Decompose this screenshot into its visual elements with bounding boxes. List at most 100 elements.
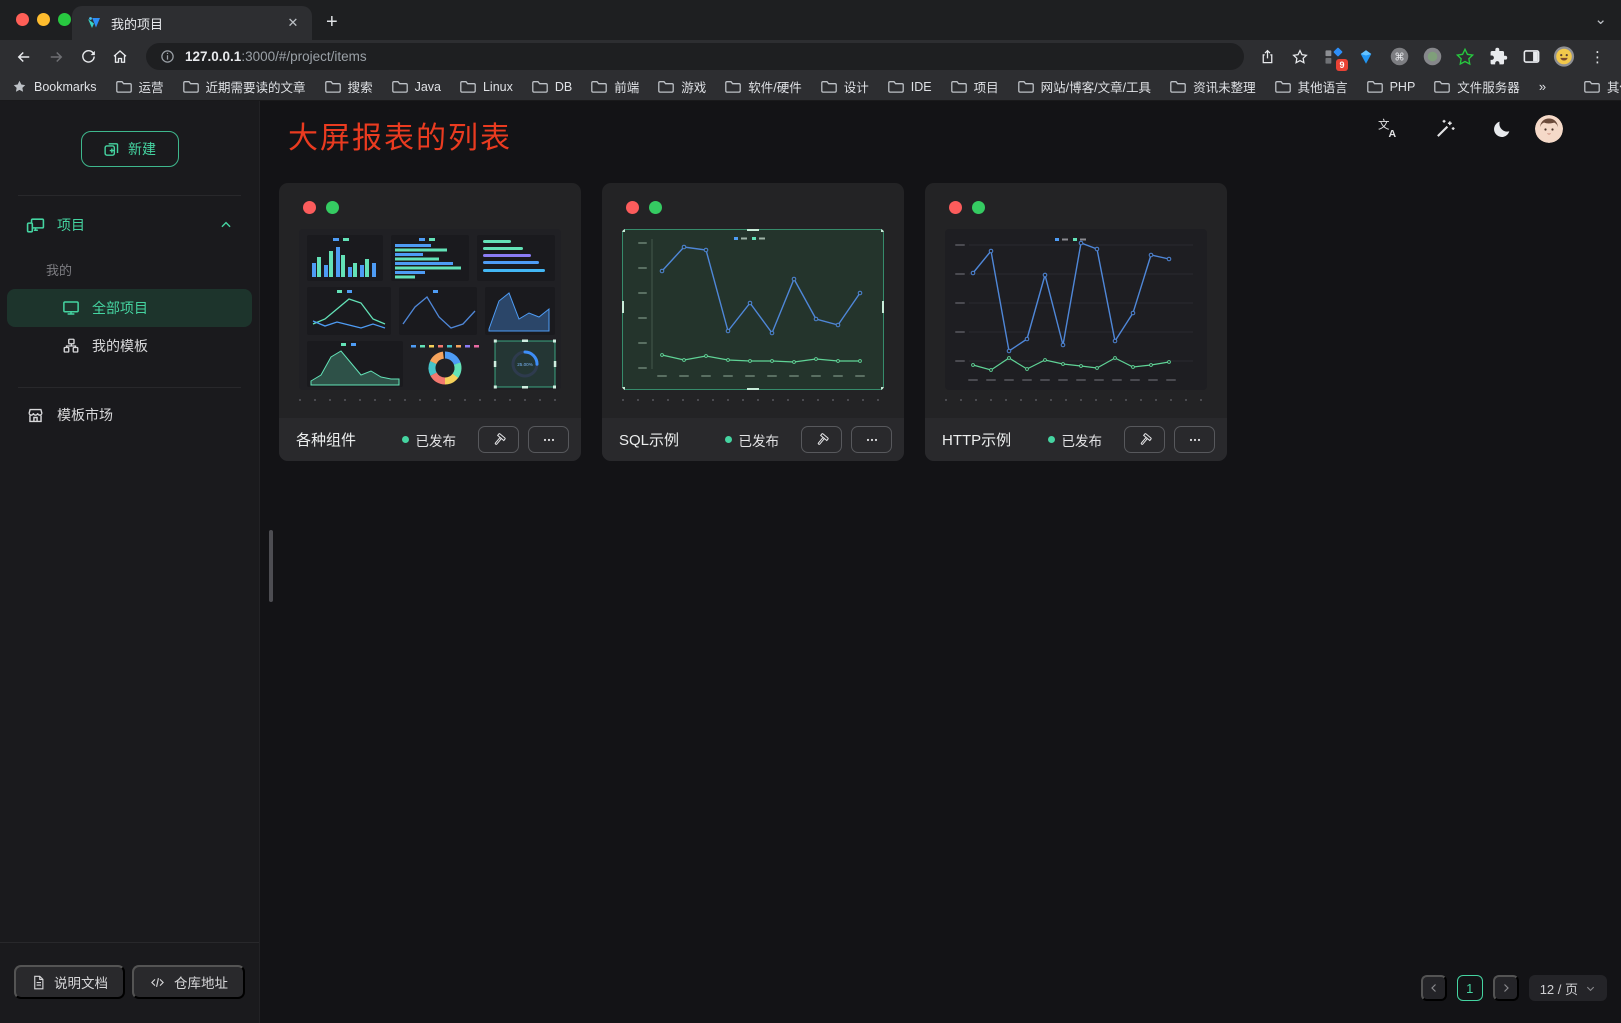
prev-page-button[interactable] [1421,975,1447,1001]
create-project-button[interactable]: 新建 [81,131,179,167]
sidebar-item-template-market[interactable]: 模板市场 [0,394,259,436]
sidebar-subheader-my: 我的 [0,246,259,289]
pagination: 1 12 / 页 [1421,975,1607,1001]
ext-record-button[interactable] [1421,46,1443,68]
bookmark-folder[interactable]: Java [392,80,441,94]
window-zoom-button[interactable] [58,13,71,26]
sidebar-item-label: 全部项目 [92,298,148,318]
bookmark-folder[interactable]: PHP [1367,80,1416,94]
toolbar-right-cluster: 9 ⌘ ⋮ [1256,46,1611,68]
template-flow-icon [62,337,80,355]
bookmark-folder[interactable]: 网站/博客/文章/工具 [1018,77,1151,96]
ellipsis-icon [864,432,880,448]
macos-window-controls[interactable] [16,13,71,26]
project-name: 各种组件 [296,429,402,450]
bookmark-folder[interactable]: IDE [888,80,932,94]
side-panel-button[interactable] [1520,46,1542,68]
chevron-right-icon [1500,982,1512,994]
docs-button[interactable]: 说明文档 [14,965,125,999]
red-dot [303,201,316,214]
user-avatar[interactable] [1535,115,1563,143]
bookmark-folder[interactable]: DB [532,80,572,94]
bookmark-folder[interactable]: 项目 [951,77,999,96]
edit-project-button[interactable] [478,426,519,453]
browser-profile-button[interactable] [1553,46,1575,68]
bookmark-folder[interactable]: Linux [460,80,513,94]
project-preview-thumbnail[interactable] [945,229,1207,390]
selection-handle[interactable] [622,229,625,232]
more-actions-button[interactable] [851,426,892,453]
bookmark-folder[interactable]: 其他语言 [1275,77,1348,96]
page-size-select[interactable]: 12 / 页 [1529,975,1607,1001]
tab-search-chevron-icon[interactable]: ⌄ [1594,10,1607,28]
share-button[interactable] [1256,46,1278,68]
tab-close-icon[interactable]: ✕ [284,14,302,32]
project-card[interactable]: 25.00% 各种组件 已发布 [279,183,581,461]
magic-wand-icon[interactable] [1434,117,1457,140]
dark-mode-moon-icon[interactable] [1491,118,1513,140]
selection-handle[interactable] [747,229,759,231]
project-card[interactable]: SQL示例 已发布 [602,183,904,461]
selection-handle[interactable] [622,301,624,313]
selection-handle[interactable] [882,301,884,313]
bookmark-folder[interactable]: 设计 [821,77,869,96]
more-actions-button[interactable] [1174,426,1215,453]
new-tab-button[interactable]: + [326,11,338,34]
folder-icon [821,80,837,93]
browser-menu-icon[interactable]: ⋮ [1586,48,1609,66]
bookmarks-manager[interactable]: Bookmarks [12,79,97,94]
bookmark-folder[interactable]: 近期需要读的文章 [183,77,306,96]
home-button[interactable] [106,44,134,70]
ext-collection-button[interactable]: 9 [1322,46,1344,68]
project-preview-thumbnail[interactable] [622,229,884,390]
window-close-button[interactable] [16,13,29,26]
url-text[interactable]: 127.0.0.1:3000/#/project/items [185,49,367,64]
project-card[interactable]: HTTP示例 已发布 [925,183,1227,461]
address-bar[interactable]: 127.0.0.1:3000/#/project/items [146,43,1244,70]
extensions-button[interactable] [1487,46,1509,68]
bookmark-folder[interactable]: 运营 [116,77,164,96]
card-window-dots [626,201,662,214]
bookmark-folder[interactable]: 搜索 [325,77,373,96]
folder-icon [1367,80,1383,93]
sidebar-item-my-templates[interactable]: 我的模板 [7,327,252,365]
ext-gem-button[interactable] [1355,46,1377,68]
repo-button[interactable]: 仓库地址 [132,965,245,999]
sidebar-group-project[interactable]: 项目 [0,204,259,246]
reload-button[interactable] [74,44,102,70]
reload-icon [80,48,97,65]
bookmark-folder[interactable]: 游戏 [658,77,706,96]
site-info-icon[interactable] [160,49,175,64]
edit-project-button[interactable] [801,426,842,453]
next-page-button[interactable] [1493,975,1519,1001]
folder-icon [460,80,476,93]
sidebar-item-all-projects[interactable]: 全部项目 [7,289,252,327]
current-page-button[interactable]: 1 [1457,975,1483,1001]
bookmark-folder[interactable]: 软件/硬件 [725,77,801,96]
selection-handle[interactable] [881,387,884,390]
url-host: 127.0.0.1 [185,49,241,64]
bookmark-label: 其他语言 [1298,77,1348,96]
selection-handle[interactable] [622,387,625,390]
selection-handle[interactable] [881,229,884,232]
ext-command-button[interactable]: ⌘ [1388,46,1410,68]
bookmark-this-page-button[interactable] [1289,46,1311,68]
translate-icon[interactable]: 文 A [1377,117,1400,140]
window-minimize-button[interactable] [37,13,50,26]
back-button[interactable] [10,44,38,70]
edit-project-button[interactable] [1124,426,1165,453]
project-preview-thumbnail[interactable]: 25.00% [299,229,561,390]
bookmarks-overflow-button[interactable]: » [1539,79,1546,94]
scrollbar-thumb[interactable] [269,530,273,602]
forward-button[interactable] [42,44,70,70]
other-bookmarks-folder[interactable]: 其他书签 [1584,77,1621,96]
more-actions-button[interactable] [528,426,569,453]
ext-star-button[interactable] [1454,46,1476,68]
browser-tab[interactable]: 我的项目 ✕ [72,6,312,40]
selection-handle[interactable] [747,388,759,390]
chevron-up-icon[interactable] [219,218,233,232]
bookmark-folder[interactable]: 前端 [591,77,639,96]
sidebar-divider [18,387,241,388]
bookmark-folder[interactable]: 资讯未整理 [1170,77,1256,96]
bookmark-folder[interactable]: 文件服务器 [1434,77,1520,96]
